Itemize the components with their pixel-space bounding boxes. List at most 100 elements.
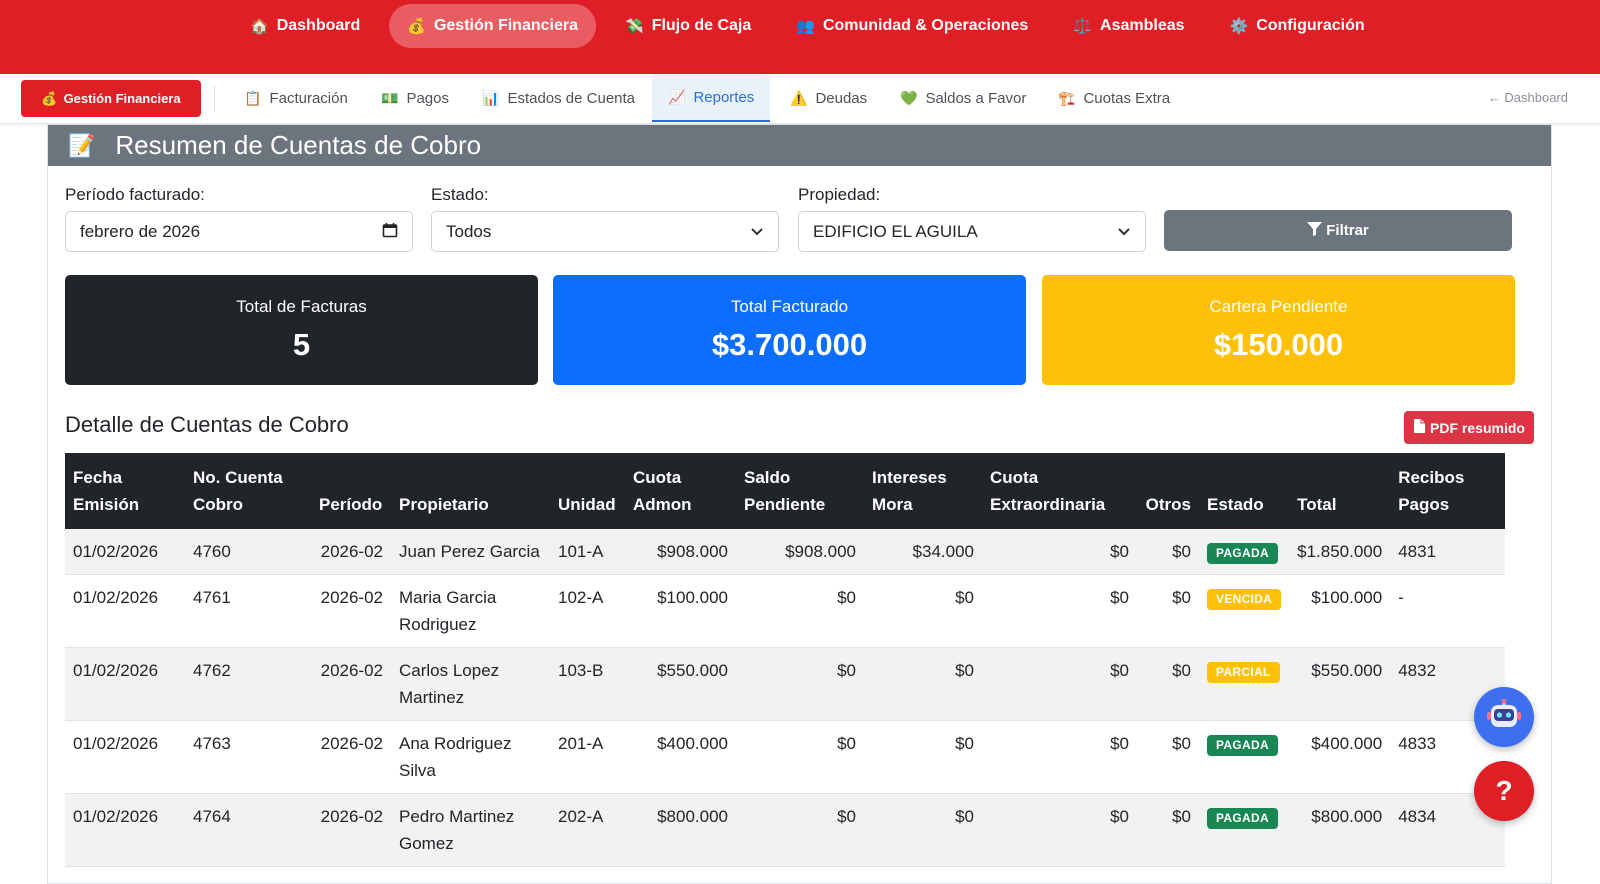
cash-icon: 💵 bbox=[381, 89, 399, 106]
divider bbox=[214, 86, 215, 112]
summary-card: 📝 Resumen de Cuentas de Cobro Período fa… bbox=[47, 124, 1552, 884]
table-row: 01/02/2026 4763 2026-02 Ana Rodriguez Silva… bbox=[65, 720, 1505, 794]
col-estado: Estado bbox=[1199, 453, 1290, 529]
flying-money-icon: 💸 bbox=[625, 18, 644, 35]
cell-fecha: 01/02/2026 bbox=[65, 720, 185, 794]
cell-estado: VENCIDA bbox=[1199, 574, 1290, 648]
col-numero: No. Cuenta Cobro bbox=[185, 453, 311, 529]
money-bag-icon: 💰 bbox=[407, 18, 426, 35]
col-total: Total bbox=[1289, 453, 1391, 529]
filters-form: Período facturado: febrero de 2026 Estad… bbox=[65, 185, 1512, 255]
gear-icon: ⚙️ bbox=[1229, 18, 1249, 35]
col-intereses: Intereses Mora bbox=[864, 453, 982, 529]
table-header-row: Fecha Emisión No. Cuenta Cobro Período P… bbox=[65, 453, 1505, 529]
periodo-month-input[interactable]: febrero de 2026 bbox=[65, 211, 413, 252]
tab-pagos[interactable]: 💵 Pagos bbox=[365, 74, 465, 122]
stat-label: Total de Facturas bbox=[236, 297, 367, 316]
robot-icon bbox=[1487, 698, 1521, 736]
tab-facturacion[interactable]: 📋 Facturación bbox=[228, 74, 364, 122]
pdf-summary-button[interactable]: PDF resumido bbox=[1404, 411, 1534, 444]
estado-value: Todos bbox=[446, 221, 492, 241]
periodo-label: Período facturado: bbox=[65, 185, 205, 204]
chatbot-button[interactable] bbox=[1474, 687, 1534, 747]
chevron-down-icon bbox=[750, 224, 764, 240]
cell-otros: $0 bbox=[1137, 647, 1199, 721]
money-bag-icon: 💰 bbox=[41, 90, 58, 106]
cell-cuota: $550.000 bbox=[625, 647, 736, 721]
tab-label: Facturación bbox=[269, 89, 348, 107]
cell-extra: $0 bbox=[982, 720, 1137, 794]
cell-numero: 4764 bbox=[185, 793, 311, 867]
filter-button[interactable]: Filtrar bbox=[1164, 210, 1512, 251]
stat-value: $3.700.000 bbox=[711, 327, 868, 362]
card-header: 📝 Resumen de Cuentas de Cobro bbox=[48, 125, 1551, 166]
tab-estados-cuenta[interactable]: 📊 Estados de Cuenta bbox=[466, 74, 651, 122]
cell-unidad: 103-B bbox=[550, 647, 625, 721]
cell-propietario: Ana Rodriguez Silva bbox=[391, 720, 550, 794]
cell-extra: $0 bbox=[982, 529, 1137, 575]
cell-extra: $0 bbox=[982, 574, 1137, 648]
topnav-label: Asambleas bbox=[1100, 17, 1185, 34]
cell-unidad: 202-A bbox=[550, 793, 625, 867]
calendar-icon[interactable] bbox=[382, 222, 398, 241]
cell-periodo: 2026-02 bbox=[311, 529, 391, 575]
filter-button-label: Filtrar bbox=[1326, 222, 1369, 239]
col-unidad: Unidad bbox=[550, 453, 625, 529]
cell-cuota: $400.000 bbox=[625, 720, 736, 794]
help-button[interactable]: ? bbox=[1474, 761, 1534, 821]
tab-cuotas-extra[interactable]: 🏗️ Cuotas Extra bbox=[1042, 74, 1186, 122]
top-nav: 🏠 Dashboard 💰 Gestión Financiera 💸 Flujo de… bbox=[0, 0, 1600, 74]
tab-deudas[interactable]: ⚠️ Deudas bbox=[774, 74, 883, 122]
tab-saldos-favor[interactable]: 💚 Saldos a Favor bbox=[884, 74, 1042, 122]
detail-title: Detalle de Cuentas de Cobro bbox=[65, 412, 349, 437]
stat-total-facturado: Total Facturado $3.700.000 bbox=[553, 275, 1026, 385]
cell-propietario: Juan Perez Garcia bbox=[391, 529, 550, 575]
back-to-dashboard-link[interactable]: ← Dashboard bbox=[1488, 90, 1568, 105]
cell-intereses: $0 bbox=[864, 574, 982, 648]
status-badge: PARCIAL bbox=[1207, 662, 1280, 683]
tab-label: Estados de Cuenta bbox=[507, 89, 636, 107]
col-propietario: Propietario bbox=[391, 453, 550, 529]
cell-numero: 4762 bbox=[185, 647, 311, 721]
cell-estado: PARCIAL bbox=[1199, 647, 1290, 721]
construction-icon: 🏗️ bbox=[1058, 89, 1076, 106]
propiedad-group: Propiedad: EDIFICIO EL AGUILA bbox=[798, 185, 1146, 252]
topnav-label: Configuración bbox=[1256, 17, 1365, 34]
section-brand-button[interactable]: 💰 Gestión Financiera bbox=[21, 80, 201, 117]
stat-value: 5 bbox=[292, 327, 311, 362]
trend-chart-icon: 📈 bbox=[668, 88, 686, 105]
topnav-flujo-caja[interactable]: 💸 Flujo de Caja bbox=[609, 4, 767, 48]
cell-cuota: $800.000 bbox=[625, 793, 736, 867]
status-badge: PAGADA bbox=[1207, 808, 1278, 829]
cell-periodo: 2026-02 bbox=[311, 574, 391, 648]
topnav-asambleas[interactable]: ⚖️ Asambleas bbox=[1057, 4, 1200, 48]
col-cuota: Cuota Admon bbox=[625, 453, 736, 529]
cell-intereses: $34.000 bbox=[864, 529, 982, 575]
topnav-gestion-financiera[interactable]: 💰 Gestión Financiera bbox=[389, 4, 596, 48]
cell-unidad: 102-A bbox=[550, 574, 625, 648]
table-row: 01/02/2026 4760 2026-02 Juan Perez Garcia 10… bbox=[65, 529, 1505, 575]
propiedad-label: Propiedad: bbox=[798, 185, 881, 204]
estado-select[interactable]: Todos bbox=[431, 211, 779, 252]
col-fecha: Fecha Emisión bbox=[65, 453, 185, 529]
status-badge: VENCIDA bbox=[1207, 589, 1282, 610]
estado-group: Estado: Todos bbox=[431, 185, 779, 252]
cell-propietario: Carlos Lopez Martinez bbox=[391, 647, 550, 721]
tab-reportes[interactable]: 📈 Reportes bbox=[652, 74, 771, 122]
cell-numero: 4763 bbox=[185, 720, 311, 794]
cell-total: $100.000 bbox=[1289, 574, 1391, 648]
topnav-comunidad[interactable]: 👥 Comunidad & Operaciones bbox=[780, 4, 1044, 48]
propiedad-select[interactable]: EDIFICIO EL AGUILA bbox=[798, 211, 1146, 252]
cell-periodo: 2026-02 bbox=[311, 720, 391, 794]
col-otros: Otros bbox=[1137, 453, 1199, 529]
cell-total: $800.000 bbox=[1289, 793, 1391, 867]
cell-intereses: $0 bbox=[864, 793, 982, 867]
topnav-configuracion[interactable]: ⚙️ Configuración bbox=[1214, 4, 1381, 48]
cell-recibos: 4831 bbox=[1390, 529, 1505, 575]
cell-otros: $0 bbox=[1137, 529, 1199, 575]
topnav-dashboard[interactable]: 🏠 Dashboard bbox=[234, 4, 376, 48]
memo-icon: 📝 bbox=[68, 132, 96, 158]
cell-fecha: 01/02/2026 bbox=[65, 529, 185, 575]
house-icon: 🏠 bbox=[250, 18, 269, 35]
cell-fecha: 01/02/2026 bbox=[65, 574, 185, 648]
